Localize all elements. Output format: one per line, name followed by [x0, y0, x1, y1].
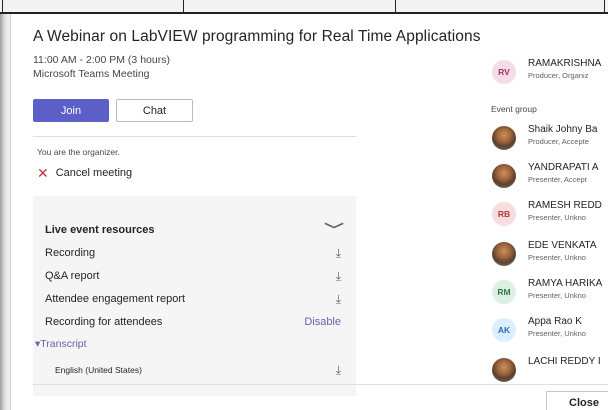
avatar: RV: [492, 60, 516, 84]
transcript-language: English (United States): [55, 365, 142, 375]
meeting-details-dialog: A Webinar on LabVIEW programming for Rea…: [10, 14, 608, 410]
participant-name: LACHI REDDY I: [528, 356, 601, 367]
transcript-label: Transcript: [40, 338, 87, 350]
avatar: [492, 242, 516, 266]
chat-button[interactable]: Chat: [116, 99, 193, 122]
download-icon[interactable]: ⤓: [336, 292, 341, 307]
background-window-edge: [0, 14, 10, 410]
resource-row-engagement-report: Attendee engagement report ⤓: [45, 289, 341, 309]
background-table-strip: [0, 0, 608, 14]
participant-role: Producer, Organiz: [528, 71, 589, 80]
participant-item[interactable]: LACHI REDDY I: [489, 356, 608, 384]
close-icon: ✕: [37, 165, 49, 181]
download-icon[interactable]: ⤓: [336, 363, 341, 378]
close-button[interactable]: Close: [546, 391, 608, 410]
meeting-location: Microsoft Teams Meeting: [33, 68, 150, 80]
resource-row-recording-attendees: Recording for attendees Disable: [45, 312, 341, 332]
participant-item[interactable]: Shaik Johny Ba Producer, Accepte: [489, 124, 608, 156]
participant-item[interactable]: RB RAMESH REDD Presenter, Unkno: [489, 200, 608, 232]
resource-label: Attendee engagement report: [45, 293, 186, 305]
participant-role: Presenter, Unkno: [528, 329, 586, 338]
participant-name: RAMYA HARIKA: [528, 278, 603, 289]
participant-name: RAMESH REDD: [528, 200, 602, 211]
cancel-meeting-label: Cancel meeting: [55, 167, 133, 179]
download-icon[interactable]: ⤓: [336, 269, 341, 284]
table-border: [2, 0, 3, 12]
divider: [33, 136, 356, 137]
table-border: [183, 0, 184, 12]
download-icon[interactable]: ⤓: [336, 246, 341, 261]
resource-label: Q&A report: [45, 270, 100, 282]
participant-role: Presenter, Accept: [528, 175, 587, 184]
participant-role: Presenter, Unkno: [528, 291, 586, 300]
resources-header[interactable]: Live event resources ﹀: [45, 220, 344, 240]
participants-panel: RV RAMAKRISHNA Producer, Organiz Event g…: [489, 14, 608, 384]
participant-item[interactable]: AK Appa Rao K Presenter, Unkno: [489, 316, 608, 348]
participant-name: Appa Rao K: [528, 316, 582, 327]
participant-name: RAMAKRISHNA: [528, 58, 602, 69]
resource-row-recording: Recording ⤓: [45, 243, 341, 263]
avatar: [492, 358, 516, 382]
resource-row-transcript-english: English (United States) ⤓: [55, 360, 341, 380]
organizer-note: You are the organizer.: [37, 147, 120, 157]
live-event-resources-panel: Live event resources ﹀ Recording ⤓ Q&A r…: [33, 196, 356, 396]
chevron-down-icon[interactable]: ﹀: [324, 220, 344, 240]
table-border: [395, 0, 396, 12]
participant-role: Presenter, Unkno: [528, 213, 586, 222]
avatar: AK: [492, 318, 516, 342]
join-button[interactable]: Join: [33, 99, 109, 122]
participant-name: Shaik Johny Ba: [528, 124, 598, 135]
resource-label: Recording: [45, 247, 96, 259]
event-group-label: Event group: [491, 104, 537, 114]
participant-item[interactable]: RM RAMYA HARIKA Presenter, Unkno: [489, 278, 608, 310]
footer-divider: [33, 384, 608, 385]
participant-name: YANDRAPATI A: [528, 162, 599, 173]
avatar: RM: [492, 280, 516, 304]
participant-producer[interactable]: RV RAMAKRISHNA Producer, Organiz: [489, 58, 608, 90]
participant-name: EDE VENKATA: [528, 240, 597, 251]
participant-item[interactable]: YANDRAPATI A Presenter, Accept: [489, 162, 608, 194]
table-border: [604, 0, 605, 12]
meeting-time: 11:00 AM - 2:00 PM (3 hours): [33, 54, 170, 66]
disable-link[interactable]: Disable: [304, 316, 341, 328]
participant-item[interactable]: EDE VENKATA Presenter, Unkno: [489, 240, 608, 272]
transcript-toggle[interactable]: ▾Transcript: [35, 338, 87, 350]
resource-row-qa-report: Q&A report ⤓: [45, 266, 341, 286]
resource-label: Recording for attendees: [45, 316, 163, 328]
participant-role: Presenter, Unkno: [528, 253, 586, 262]
avatar: [492, 126, 516, 150]
resources-header-label: Live event resources: [45, 224, 155, 236]
avatar: [492, 164, 516, 188]
avatar: RB: [492, 202, 516, 226]
participant-role: Producer, Accepte: [528, 137, 589, 146]
cancel-meeting-button[interactable]: ✕ Cancel meeting: [37, 166, 132, 180]
meeting-title: A Webinar on LabVIEW programming for Rea…: [33, 28, 481, 45]
